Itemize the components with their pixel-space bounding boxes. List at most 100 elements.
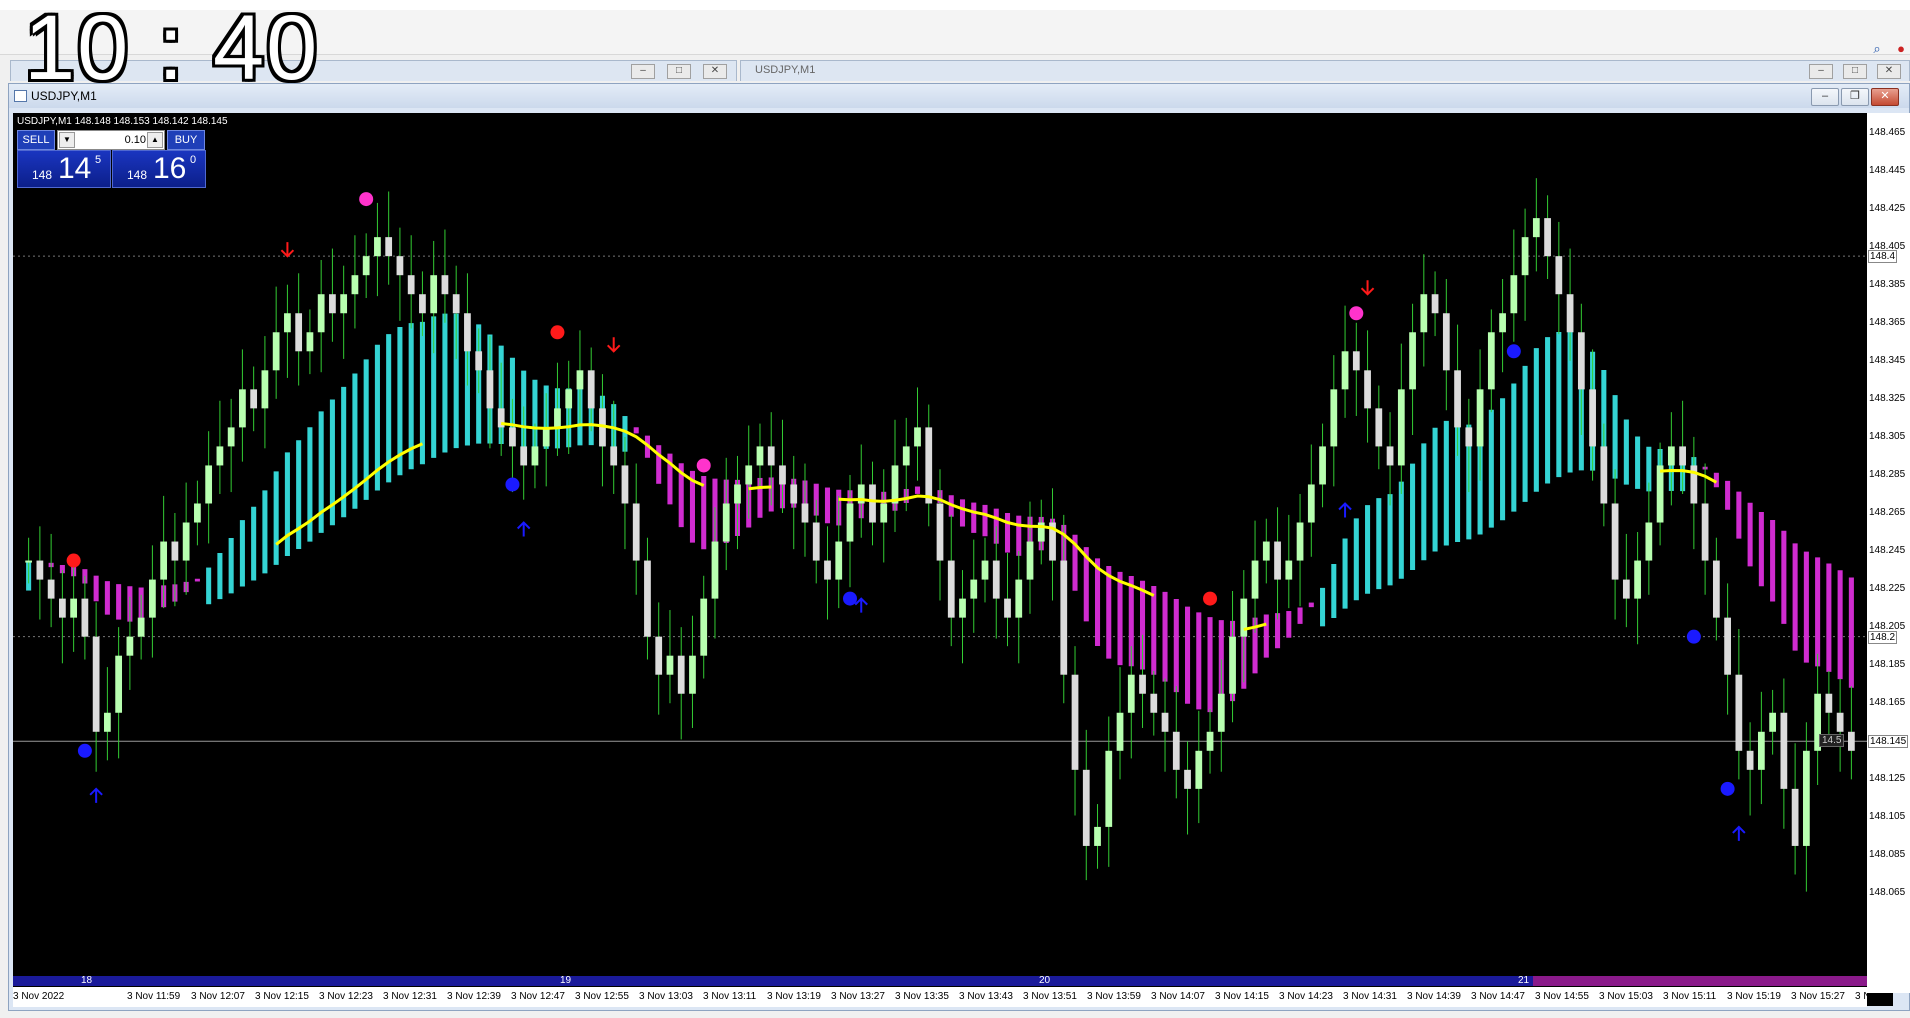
candle-body xyxy=(824,560,831,580)
candle-body xyxy=(1746,750,1754,770)
time-axis-label: 3 Nov 14:07 xyxy=(1151,991,1205,1002)
candle-body xyxy=(677,655,685,694)
notification-icon[interactable]: ● xyxy=(1894,42,1908,56)
candle-body xyxy=(542,427,550,447)
candle-body xyxy=(1757,731,1765,770)
close-button[interactable]: ✕ xyxy=(1877,64,1901,79)
close-button[interactable]: ✕ xyxy=(703,64,727,79)
background-window-right[interactable]: USDJPY,M1 – □ ✕ xyxy=(740,60,1910,81)
price-axis-label: 148.265 xyxy=(1869,507,1906,518)
candle-body xyxy=(1577,332,1585,390)
candle-body xyxy=(576,370,584,390)
buy-signal-dot xyxy=(505,477,520,492)
minimize-button[interactable]: – xyxy=(1809,64,1833,79)
candle-body xyxy=(1262,541,1270,561)
candle-body xyxy=(1296,522,1304,561)
candle-body xyxy=(981,560,989,580)
candle-body xyxy=(1724,617,1731,675)
moving-average-line xyxy=(1660,468,1718,484)
lot-size-input[interactable]: ▼ 0.10 ▲ xyxy=(57,130,165,150)
candle-body xyxy=(869,484,876,523)
price-axis-tag: 148.145 xyxy=(1868,735,1909,749)
candle-body xyxy=(1397,389,1405,466)
restore-button[interactable]: ❐ xyxy=(1841,88,1869,106)
sell-signal-dot xyxy=(1203,591,1218,606)
candle-body xyxy=(610,446,618,466)
buy-signal-dot xyxy=(1506,344,1521,359)
candle-body xyxy=(1611,503,1619,580)
candle-body xyxy=(1195,750,1203,789)
candle-body xyxy=(1274,541,1281,580)
time-axis-label: 3 Nov 13:03 xyxy=(639,991,693,1002)
ask-big: 16 xyxy=(153,152,187,185)
session-separator-bar: 18 19 20 21 xyxy=(13,975,1867,986)
candle-body xyxy=(925,427,933,504)
candle-body xyxy=(779,465,786,485)
sell-arrow-icon xyxy=(280,242,295,258)
candle-body xyxy=(1015,579,1023,618)
maximize-button[interactable]: □ xyxy=(667,64,691,79)
candle-body xyxy=(1217,693,1225,732)
candle-body xyxy=(70,598,78,618)
candle-body xyxy=(1487,332,1495,390)
price-axis-label: 148.325 xyxy=(1869,392,1906,404)
time-axis-label: 3 Nov 14:31 xyxy=(1343,991,1397,1002)
price-chart[interactable]: USDJPY,M1 148.148 148.153 148.142 148.14… xyxy=(13,113,1893,1006)
candle-body xyxy=(295,313,303,352)
candle-body xyxy=(632,503,640,561)
candle-body xyxy=(396,256,404,276)
bid-price-button[interactable]: 148 14 5 xyxy=(17,150,111,188)
candle-body xyxy=(902,446,910,466)
price-axis-label: 148.165 xyxy=(1869,697,1906,709)
chart-canvas[interactable] xyxy=(13,113,1867,976)
sell-button[interactable]: SELL xyxy=(17,130,55,150)
buy-arrow-icon xyxy=(1732,825,1746,841)
candle-body xyxy=(1307,484,1315,523)
buy-arrow-icon xyxy=(89,787,103,803)
price-axis-label: 148.085 xyxy=(1869,849,1906,861)
close-button[interactable]: ✕ xyxy=(1871,88,1899,106)
price-axis[interactable]: 148.465 148.445 148.425 148.405 148.385 148.3… xyxy=(1867,113,1910,993)
candle-body xyxy=(92,636,100,732)
candle-body xyxy=(846,503,854,542)
candle-body xyxy=(1847,731,1855,751)
candle-body xyxy=(1465,427,1473,447)
price-axis-label: 148.425 xyxy=(1869,202,1906,214)
candle-body xyxy=(1026,541,1034,580)
price-axis-label: 148.305 xyxy=(1869,430,1906,442)
candle-body xyxy=(430,275,438,314)
background-window-title: USDJPY,M1 xyxy=(755,64,816,76)
buy-signal-dot xyxy=(1686,629,1701,644)
candle-body xyxy=(1206,731,1214,751)
search-icon[interactable]: ⌕ xyxy=(1870,42,1884,56)
candle-body xyxy=(790,484,798,504)
candle-body xyxy=(1701,503,1709,561)
candle-body xyxy=(644,560,651,637)
buy-button[interactable]: BUY xyxy=(167,130,205,150)
candle-body xyxy=(1139,674,1146,694)
time-axis-label: 3 Nov 11:59 xyxy=(127,991,181,1002)
ask-price-button[interactable]: 148 16 0 xyxy=(112,150,206,188)
time-axis-label: 3 Nov 13:27 xyxy=(831,991,885,1002)
symbol-info-line: USDJPY,M1 148.148 148.153 148.142 148.14… xyxy=(17,116,228,127)
candle-body xyxy=(1499,313,1506,333)
candle-body xyxy=(959,598,966,618)
bid-sup: 5 xyxy=(95,154,102,166)
candle-body xyxy=(745,465,753,485)
sell-signal-dot xyxy=(696,458,711,473)
lot-increase-icon[interactable]: ▲ xyxy=(147,132,163,148)
time-axis-label: 3 Nov 12:31 xyxy=(383,991,437,1002)
minimize-button[interactable]: – xyxy=(1811,88,1839,106)
minimize-button[interactable]: – xyxy=(631,64,655,79)
lot-decrease-icon[interactable]: ▼ xyxy=(59,132,75,148)
candle-body xyxy=(329,294,336,314)
time-axis[interactable]: 3 Nov 2022 3 Nov 11:59 3 Nov 12:07 3 Nov 12… xyxy=(13,987,1867,1007)
price-axis-label: 148.105 xyxy=(1869,811,1906,823)
candle-body xyxy=(486,370,494,409)
lot-size-value[interactable]: 0.10 xyxy=(76,132,146,148)
buy-signal-dot xyxy=(77,743,92,758)
spread-tag: 14.5 xyxy=(1819,734,1845,748)
candle-body xyxy=(306,332,314,352)
time-axis-label: 3 Nov 12:07 xyxy=(191,991,245,1002)
maximize-button[interactable]: □ xyxy=(1843,64,1867,79)
